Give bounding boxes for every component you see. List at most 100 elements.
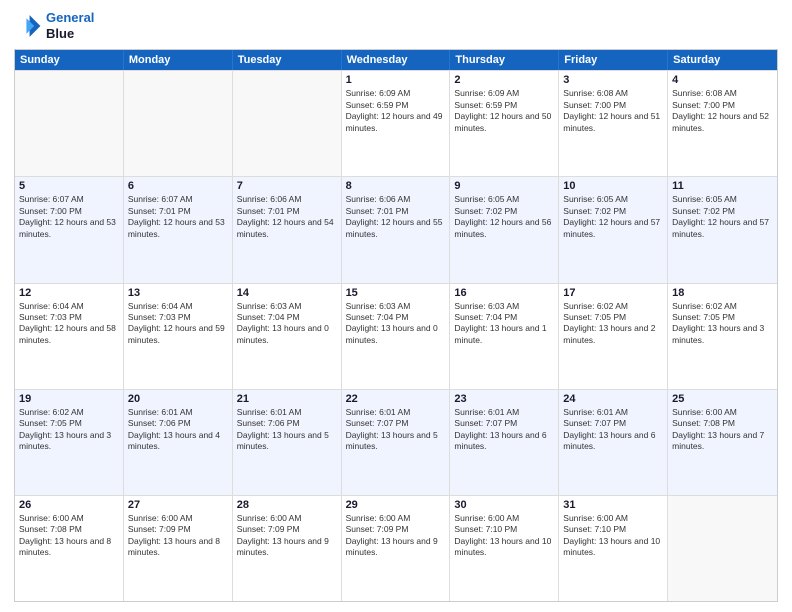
- cell-details: Sunrise: 6:01 AMSunset: 7:06 PMDaylight:…: [237, 407, 337, 453]
- calendar-cell: 25 Sunrise: 6:00 AMSunset: 7:08 PMDayligh…: [668, 390, 777, 495]
- calendar-row: 1 Sunrise: 6:09 AMSunset: 6:59 PMDaylight…: [15, 70, 777, 176]
- day-number: 25: [672, 393, 773, 405]
- day-number: 21: [237, 393, 337, 405]
- calendar-row: 26Sunrise: 6:00 AMSunset: 7:08 PMDayligh…: [15, 495, 777, 601]
- calendar-cell: 29 Sunrise: 6:00 AMSunset: 7:09 PMDayligh…: [342, 496, 451, 601]
- cell-details: Sunrise: 6:00 AMSunset: 7:10 PMDaylight:…: [563, 513, 663, 559]
- calendar-cell: 11Sunrise: 6:05 AMSunset: 7:02 PMDayligh…: [668, 177, 777, 282]
- day-number: 14: [237, 287, 337, 299]
- calendar-cell: 17 Sunrise: 6:02 AMSunset: 7:05 PMDayligh…: [559, 284, 668, 389]
- calendar-cell: 13 Sunrise: 6:04 AMSunset: 7:03 PMDayligh…: [124, 284, 233, 389]
- calendar-header: SundayMondayTuesdayWednesdayThursdayFrid…: [15, 50, 777, 70]
- calendar-row: 19 Sunrise: 6:02 AMSunset: 7:05 PMDayligh…: [15, 389, 777, 495]
- cell-details: Sunrise: 6:09 AMSunset: 6:59 PMDaylight:…: [346, 88, 446, 134]
- cell-details: Sunrise: 6:00 AMSunset: 7:10 PMDaylight:…: [454, 513, 554, 559]
- day-number: 27: [128, 499, 228, 511]
- day-number: 12: [19, 287, 119, 299]
- day-number: 15: [346, 287, 446, 299]
- calendar-cell: 8 Sunrise: 6:06 AMSunset: 7:01 PMDaylight…: [342, 177, 451, 282]
- cell-details: Sunrise: 6:04 AMSunset: 7:03 PMDaylight:…: [128, 301, 228, 347]
- logo-icon: [14, 12, 42, 40]
- cell-details: Sunrise: 6:02 AMSunset: 7:05 PMDaylight:…: [19, 407, 119, 453]
- cell-details: Sunrise: 6:04 AMSunset: 7:03 PMDaylight:…: [19, 301, 119, 347]
- calendar-cell: 15Sunrise: 6:03 AMSunset: 7:04 PMDayligh…: [342, 284, 451, 389]
- day-number: 19: [19, 393, 119, 405]
- cell-details: Sunrise: 6:08 AMSunset: 7:00 PMDaylight:…: [563, 88, 663, 134]
- weekday-header: Tuesday: [233, 50, 342, 70]
- day-number: 8: [346, 180, 446, 192]
- day-number: 22: [346, 393, 446, 405]
- cell-details: Sunrise: 6:05 AMSunset: 7:02 PMDaylight:…: [672, 194, 773, 240]
- calendar-cell: 7Sunrise: 6:06 AMSunset: 7:01 PMDaylight…: [233, 177, 342, 282]
- calendar-cell: 19 Sunrise: 6:02 AMSunset: 7:05 PMDayligh…: [15, 390, 124, 495]
- cell-details: Sunrise: 6:00 AMSunset: 7:08 PMDaylight:…: [672, 407, 773, 453]
- cell-details: Sunrise: 6:02 AMSunset: 7:05 PMDaylight:…: [563, 301, 663, 347]
- day-number: 31: [563, 499, 663, 511]
- calendar-row: 5Sunrise: 6:07 AMSunset: 7:00 PMDaylight…: [15, 176, 777, 282]
- cell-details: Sunrise: 6:09 AMSunset: 6:59 PMDaylight:…: [454, 88, 554, 134]
- calendar-cell: [124, 71, 233, 176]
- cell-details: Sunrise: 6:00 AMSunset: 7:09 PMDaylight:…: [237, 513, 337, 559]
- day-number: 2: [454, 74, 554, 86]
- logo: General Blue: [14, 10, 94, 41]
- day-number: 24: [563, 393, 663, 405]
- day-number: 17: [563, 287, 663, 299]
- calendar-cell: 12 Sunrise: 6:04 AMSunset: 7:03 PMDayligh…: [15, 284, 124, 389]
- day-number: 28: [237, 499, 337, 511]
- weekday-header: Wednesday: [342, 50, 451, 70]
- cell-details: Sunrise: 6:01 AMSunset: 7:07 PMDaylight:…: [346, 407, 446, 453]
- weekday-header: Sunday: [15, 50, 124, 70]
- calendar-cell: 31 Sunrise: 6:00 AMSunset: 7:10 PMDayligh…: [559, 496, 668, 601]
- cell-details: Sunrise: 6:05 AMSunset: 7:02 PMDaylight:…: [563, 194, 663, 240]
- calendar-cell: 22 Sunrise: 6:01 AMSunset: 7:07 PMDayligh…: [342, 390, 451, 495]
- calendar-cell: 14 Sunrise: 6:03 AMSunset: 7:04 PMDayligh…: [233, 284, 342, 389]
- calendar-cell: 28 Sunrise: 6:00 AMSunset: 7:09 PMDayligh…: [233, 496, 342, 601]
- cell-details: Sunrise: 6:00 AMSunset: 7:09 PMDaylight:…: [346, 513, 446, 559]
- cell-details: Sunrise: 6:01 AMSunset: 7:07 PMDaylight:…: [454, 407, 554, 453]
- day-number: 23: [454, 393, 554, 405]
- weekday-header: Friday: [559, 50, 668, 70]
- day-number: 26: [19, 499, 119, 511]
- weekday-header: Monday: [124, 50, 233, 70]
- day-number: 13: [128, 287, 228, 299]
- calendar-cell: 4 Sunrise: 6:08 AMSunset: 7:00 PMDaylight…: [668, 71, 777, 176]
- cell-details: Sunrise: 6:05 AMSunset: 7:02 PMDaylight:…: [454, 194, 554, 240]
- day-number: 29: [346, 499, 446, 511]
- calendar-cell: [233, 71, 342, 176]
- cell-details: Sunrise: 6:03 AMSunset: 7:04 PMDaylight:…: [454, 301, 554, 347]
- logo-text: General Blue: [46, 10, 94, 41]
- day-number: 5: [19, 180, 119, 192]
- cell-details: Sunrise: 6:08 AMSunset: 7:00 PMDaylight:…: [672, 88, 773, 134]
- calendar-cell: 9 Sunrise: 6:05 AMSunset: 7:02 PMDaylight…: [450, 177, 559, 282]
- calendar-cell: 6Sunrise: 6:07 AMSunset: 7:01 PMDaylight…: [124, 177, 233, 282]
- calendar-cell: 27 Sunrise: 6:00 AMSunset: 7:09 PMDayligh…: [124, 496, 233, 601]
- cell-details: Sunrise: 6:06 AMSunset: 7:01 PMDaylight:…: [346, 194, 446, 240]
- page: General Blue SundayMondayTuesdayWednesda…: [0, 0, 792, 612]
- day-number: 1: [346, 74, 446, 86]
- weekday-header: Thursday: [450, 50, 559, 70]
- calendar-cell: 10Sunrise: 6:05 AMSunset: 7:02 PMDayligh…: [559, 177, 668, 282]
- cell-details: Sunrise: 6:07 AMSunset: 7:01 PMDaylight:…: [128, 194, 228, 240]
- calendar-cell: 5Sunrise: 6:07 AMSunset: 7:00 PMDaylight…: [15, 177, 124, 282]
- calendar-cell: [15, 71, 124, 176]
- day-number: 20: [128, 393, 228, 405]
- calendar-row: 12 Sunrise: 6:04 AMSunset: 7:03 PMDayligh…: [15, 283, 777, 389]
- day-number: 9: [454, 180, 554, 192]
- cell-details: Sunrise: 6:01 AMSunset: 7:06 PMDaylight:…: [128, 407, 228, 453]
- day-number: 3: [563, 74, 663, 86]
- cell-details: Sunrise: 6:03 AMSunset: 7:04 PMDaylight:…: [237, 301, 337, 347]
- day-number: 18: [672, 287, 773, 299]
- calendar-cell: 3 Sunrise: 6:08 AMSunset: 7:00 PMDaylight…: [559, 71, 668, 176]
- cell-details: Sunrise: 6:00 AMSunset: 7:09 PMDaylight:…: [128, 513, 228, 559]
- day-number: 4: [672, 74, 773, 86]
- day-number: 30: [454, 499, 554, 511]
- header: General Blue: [14, 10, 778, 41]
- calendar-cell: 16Sunrise: 6:03 AMSunset: 7:04 PMDayligh…: [450, 284, 559, 389]
- weekday-header: Saturday: [668, 50, 777, 70]
- calendar-cell: 24 Sunrise: 6:01 AMSunset: 7:07 PMDayligh…: [559, 390, 668, 495]
- calendar-cell: 21 Sunrise: 6:01 AMSunset: 7:06 PMDayligh…: [233, 390, 342, 495]
- cell-details: Sunrise: 6:01 AMSunset: 7:07 PMDaylight:…: [563, 407, 663, 453]
- cell-details: Sunrise: 6:02 AMSunset: 7:05 PMDaylight:…: [672, 301, 773, 347]
- calendar-body: 1 Sunrise: 6:09 AMSunset: 6:59 PMDaylight…: [15, 70, 777, 601]
- calendar: SundayMondayTuesdayWednesdayThursdayFrid…: [14, 49, 778, 602]
